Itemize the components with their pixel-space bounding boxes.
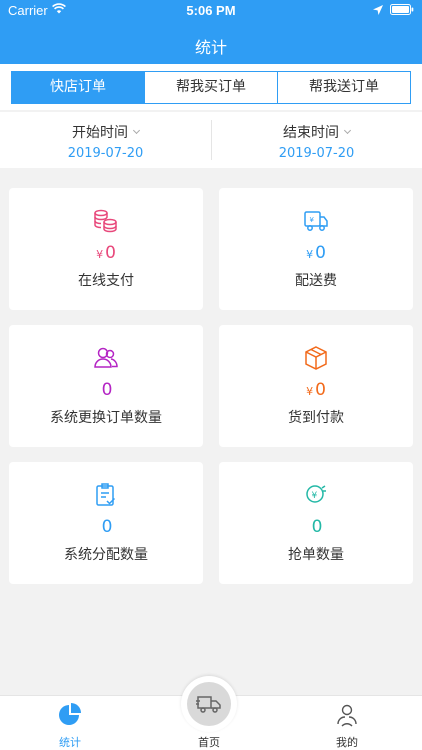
end-date-picker[interactable]: 结束时间 2019-07-20 — [211, 112, 422, 168]
delivery-truck-icon: ¥ — [219, 208, 413, 234]
tab-mine[interactable]: 我的 — [297, 696, 397, 750]
system-assigned-label: 系统分配数量 — [64, 547, 148, 563]
tab-mine-label: 我的 — [336, 736, 358, 749]
status-bar: Carrier 5:06 PM — [0, 0, 422, 22]
online-payment-value: ¥0 — [96, 243, 116, 263]
header: Carrier 5:06 PM 统计 — [0, 0, 422, 64]
segment-deliver-for-me-orders[interactable]: 帮我送订单 — [277, 72, 410, 103]
stat-card-cash-on-delivery[interactable]: ¥0 货到付款 — [219, 325, 413, 447]
stat-card-system-assigned[interactable]: 0 系统分配数量 — [9, 462, 203, 584]
segment-shop-orders[interactable]: 快店订单 — [12, 72, 144, 103]
start-date-value: 2019-07-20 — [67, 146, 144, 161]
stat-card-system-reassigned-orders[interactable]: 0 系统更换订单数量 — [9, 325, 203, 447]
stat-card-online-payment[interactable]: ¥0 在线支付 — [9, 188, 203, 310]
end-date-value: 2019-07-20 — [278, 146, 355, 161]
location-arrow-icon — [373, 4, 383, 19]
order-type-segmented-control: 快店订单 帮我买订单 帮我送订单 — [11, 71, 411, 104]
system-assigned-value: 0 — [101, 517, 113, 537]
grabbed-orders-value: 0 — [311, 517, 323, 537]
stat-card-delivery-fee[interactable]: ¥ ¥0 配送费 — [219, 188, 413, 310]
end-date-label: 结束时间 — [283, 125, 339, 141]
svg-text:¥: ¥ — [312, 491, 318, 501]
tab-statistics-label: 统计 — [59, 736, 81, 749]
tab-statistics[interactable]: 统计 — [20, 696, 120, 750]
grab-order-icon: ¥ — [219, 482, 413, 508]
online-payment-label: 在线支付 — [78, 273, 134, 289]
segment-buy-for-me-orders[interactable]: 帮我买订单 — [144, 72, 277, 103]
coins-icon — [9, 208, 203, 234]
page-title: 统计 — [194, 38, 227, 57]
tab-home-label: 首页 — [198, 736, 220, 749]
users-icon — [9, 345, 203, 371]
date-filter: 开始时间 2019-07-20 结束时间 2019-07-20 — [0, 112, 422, 168]
battery-icon — [390, 4, 414, 19]
cash-on-delivery-value: ¥0 — [306, 380, 326, 400]
cash-on-delivery-label: 货到付款 — [288, 410, 344, 426]
chevron-down-icon — [343, 126, 352, 135]
profile-icon — [297, 702, 397, 728]
start-date-picker[interactable]: 开始时间 2019-07-20 — [0, 112, 211, 168]
system-reassigned-label: 系统更换订单数量 — [50, 410, 162, 426]
svg-text:¥: ¥ — [310, 216, 315, 224]
system-reassigned-value: 0 — [101, 380, 113, 400]
stat-card-grabbed-orders[interactable]: ¥ 0 抢单数量 — [219, 462, 413, 584]
clock: 5:06 PM — [186, 3, 236, 18]
delivery-fee-value: ¥0 — [306, 243, 326, 263]
start-date-label: 开始时间 — [72, 125, 128, 141]
clipboard-check-icon — [9, 482, 203, 508]
truck-icon — [187, 682, 231, 726]
delivery-fee-label: 配送费 — [295, 273, 337, 289]
chevron-down-icon — [132, 126, 141, 135]
grabbed-orders-label: 抢单数量 — [288, 547, 344, 563]
home-button[interactable] — [181, 676, 237, 732]
pie-chart-icon — [20, 702, 120, 728]
package-icon — [219, 345, 413, 371]
order-type-bar: 快店订单 帮我买订单 帮我送订单 — [0, 64, 422, 110]
